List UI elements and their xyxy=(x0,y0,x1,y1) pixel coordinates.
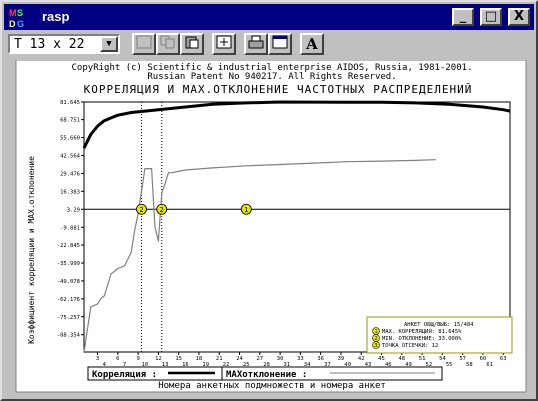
clipboard-icon xyxy=(185,36,199,49)
info-box: АНКЕТ ОБЩ/ВЫБ: 15/484 MAX. КОРРЕЛЯЦИЯ: 8… xyxy=(366,316,513,354)
x-tick-label: 9 xyxy=(136,356,139,362)
x-tick-label: 33 xyxy=(297,356,304,362)
chevron-down-icon[interactable]: ▼ xyxy=(100,36,118,52)
info-line: MAX. КОРРЕЛЯЦИЯ: 81.645% xyxy=(382,329,462,335)
y-tick-label: 3.29 xyxy=(67,207,80,213)
x-tick-label: 48 xyxy=(398,356,405,362)
chart-legend: Корреляция : MAXотклонение : xyxy=(87,366,443,381)
title-bar[interactable]: M S D G rasp _ □ X xyxy=(4,4,534,30)
patent-text: Russian Patent No 940217. All Rights Res… xyxy=(147,72,396,82)
x-tick-label: 42 xyxy=(358,356,365,362)
x-tick-label: 36 xyxy=(317,356,324,362)
y-tick-label: 16.383 xyxy=(60,189,80,195)
window-tool-button[interactable] xyxy=(132,33,156,55)
y-tick-label: 81.645 xyxy=(60,100,80,106)
x-tick-label: 60 xyxy=(480,356,487,362)
logo-letter: G xyxy=(17,19,24,29)
window-title: rasp xyxy=(42,9,70,24)
y-tick-label: -88.354 xyxy=(57,333,81,339)
info-marker-label: 2 xyxy=(374,336,377,342)
logo-letter: S xyxy=(17,8,23,18)
app-logo-icon: M S D G xyxy=(8,7,40,29)
correlation-chart: CopyRight (c) Scientific & industrial en… xyxy=(10,60,532,394)
font-size-value: T 13 x 22 xyxy=(14,37,85,52)
y-tick-label: 55.660 xyxy=(60,136,80,142)
copy-icon xyxy=(160,35,175,49)
x-tick-label: 61 xyxy=(486,362,493,368)
layout-tool-button[interactable] xyxy=(268,33,292,55)
y-tick-label: 42.564 xyxy=(60,153,81,159)
y-tick-label: -49.078 xyxy=(57,279,80,285)
minimize-button[interactable]: _ xyxy=(452,8,474,26)
info-line: MIN. ОТКЛОНЕНИЕ: 33.000% xyxy=(382,336,462,342)
info-line: ТОЧКА ОТСЕЧКИ: 12 xyxy=(382,343,438,349)
cutoff-marker-label: 2 xyxy=(160,206,164,214)
info-marker-label: 1 xyxy=(374,329,377,335)
logo-letter: M xyxy=(9,8,17,18)
info-marker-label: 3 xyxy=(374,343,377,349)
logo-letter: D xyxy=(9,19,16,29)
cutoff-marker-label: 1 xyxy=(244,206,248,214)
text-tool-button[interactable]: A xyxy=(300,33,324,55)
x-tick-label: 63 xyxy=(500,356,507,362)
maximize-button[interactable]: □ xyxy=(480,8,502,26)
y-tick-label: -62.176 xyxy=(57,297,80,303)
x-tick-label: 45 xyxy=(378,356,385,362)
x-tick-label: 18 xyxy=(196,356,203,362)
x-tick-label: 30 xyxy=(277,356,284,362)
y-tick-label: 29.476 xyxy=(60,171,80,177)
copy-tool-button[interactable] xyxy=(156,33,180,55)
x-tick-label: 51 xyxy=(419,356,426,362)
legend-correlation-label: Корреляция : xyxy=(92,370,157,380)
fit-screen-icon xyxy=(216,35,232,49)
print-tool-button[interactable] xyxy=(244,33,268,55)
x-tick-label: 12 xyxy=(155,356,162,362)
y-tick-label: -35.999 xyxy=(57,261,80,267)
x-tick-label: 21 xyxy=(216,356,223,362)
fit-tool-button[interactable] xyxy=(212,33,236,55)
x-tick-label: 6 xyxy=(116,356,119,362)
x-tick-label: 39 xyxy=(338,356,345,362)
font-size-combo[interactable]: T 13 x 22 ▼ xyxy=(8,34,120,54)
printer-icon xyxy=(248,35,264,49)
x-tick-label: 27 xyxy=(256,356,263,362)
x-tick-label: 15 xyxy=(175,356,182,362)
legend-deviation-label: MAXотклонение : xyxy=(226,370,307,380)
y-tick-label: -9.881 xyxy=(60,225,80,231)
chart-area: CopyRight (c) Scientific & industrial en… xyxy=(10,60,532,394)
cutoff-marker-label: 2 xyxy=(139,206,143,214)
window-icon xyxy=(136,35,152,49)
paste-tool-button[interactable] xyxy=(180,33,204,55)
x-tick-label: 3 xyxy=(96,356,99,362)
x-axis-label: Номера анкетных подмножеств и номера анк… xyxy=(158,381,386,391)
close-button[interactable]: X xyxy=(508,8,530,26)
chart-title: КОРРЕЛЯЦИЯ И MAX.ОТКЛОНЕНИЕ ЧАСТОТНЫХ РА… xyxy=(84,83,473,96)
toolbar: T 13 x 22 ▼ A xyxy=(4,32,534,58)
x-tick-label: 55 xyxy=(446,362,453,368)
y-tick-label: -22.845 xyxy=(57,243,80,249)
info-line: АНКЕТ ОБЩ/ВЫБ: 15/484 xyxy=(404,322,474,328)
app-window: M S D G rasp _ □ X T 13 x 22 ▼ A CopyRig… xyxy=(0,0,538,401)
x-tick-label: 57 xyxy=(459,356,466,362)
x-tick-label: 58 xyxy=(466,362,473,368)
y-axis-label: Коэффициент корреляции и MAX.отклонение xyxy=(27,156,36,344)
frame-icon xyxy=(272,35,288,49)
y-tick-label: 68.751 xyxy=(60,118,80,124)
y-tick-label: -75.257 xyxy=(57,315,80,321)
